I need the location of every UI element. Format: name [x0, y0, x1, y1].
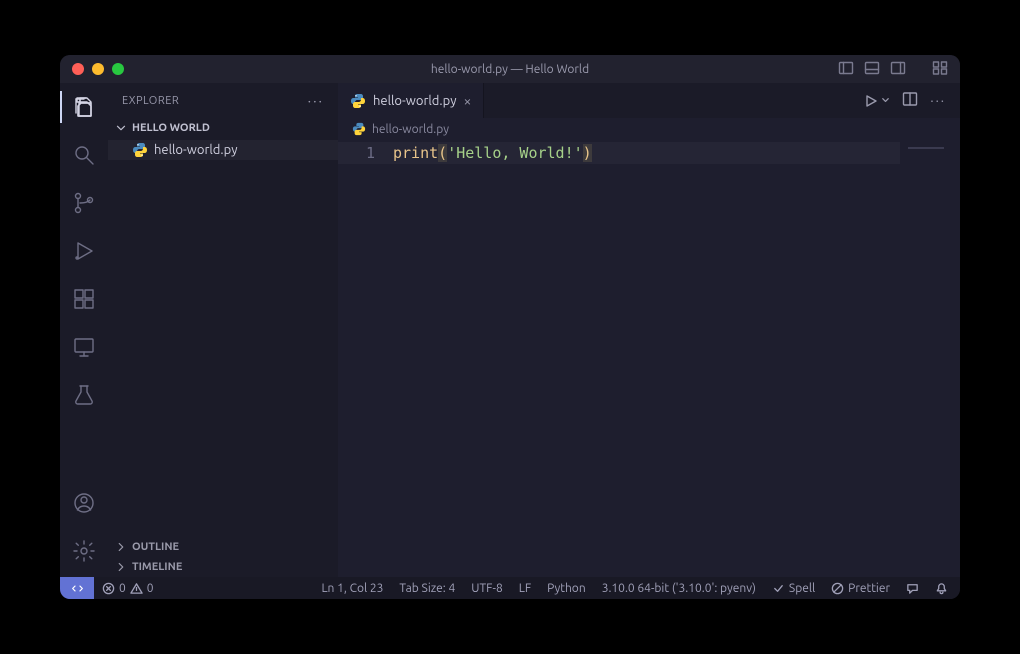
prettier-status[interactable]: Prettier	[823, 582, 898, 595]
file-name: hello-world.py	[154, 143, 237, 157]
editor-tab[interactable]: hello-world.py ×	[338, 83, 484, 118]
eol[interactable]: LF	[511, 582, 539, 595]
customize-layout-icon[interactable]	[932, 60, 948, 79]
toggle-secondary-sidebar-icon[interactable]	[890, 60, 906, 79]
toggle-panel-icon[interactable]	[864, 60, 880, 79]
cursor-position[interactable]: Ln 1, Col 23	[313, 582, 391, 595]
gutter: 1	[338, 140, 393, 577]
code-line: print('Hello, World!')	[393, 142, 960, 164]
activity-run-debug-icon[interactable]	[70, 237, 98, 265]
timeline-label: TIMELINE	[132, 561, 182, 573]
editor-group: hello-world.py × ··· hello-world.py	[338, 83, 960, 577]
status-bar: 0 0 Ln 1, Col 23 Tab Size: 4 UTF-8 LF Py…	[60, 577, 960, 599]
code-editor[interactable]: 1 print('Hello, World!')	[338, 140, 960, 577]
python-file-icon	[132, 142, 148, 158]
breadcrumbs[interactable]: hello-world.py	[338, 118, 960, 140]
activity-testing-icon[interactable]	[70, 381, 98, 409]
vscode-window: hello-world.py — Hello World	[60, 55, 960, 599]
sidebar-bottom-sections: OUTLINE TIMELINE	[108, 537, 338, 577]
line-number: 1	[338, 142, 375, 164]
activity-source-control-icon[interactable]	[70, 189, 98, 217]
sidebar-title: EXPLORER	[122, 95, 179, 107]
feedback-icon[interactable]	[898, 582, 927, 595]
minimize-window-button[interactable]	[92, 63, 104, 75]
editor-actions: ···	[863, 83, 960, 118]
activity-extensions-icon[interactable]	[70, 285, 98, 313]
notifications-icon[interactable]	[927, 582, 960, 595]
python-file-icon	[350, 93, 366, 109]
error-count: 0	[119, 582, 126, 595]
titlebar: hello-world.py — Hello World	[60, 55, 960, 83]
sidebar-explorer: EXPLORER ··· HELLO WORLD hello-world.py …	[108, 83, 338, 577]
python-interpreter[interactable]: 3.10.0 64-bit ('3.10.0': pyenv)	[594, 582, 764, 595]
close-tab-icon[interactable]: ×	[463, 94, 471, 108]
activity-remote-explorer-icon[interactable]	[70, 333, 98, 361]
more-actions-icon[interactable]: ···	[930, 94, 946, 108]
timeline-section[interactable]: TIMELINE	[108, 557, 338, 577]
folder-name: HELLO WORLD	[132, 122, 210, 134]
maximize-window-button[interactable]	[112, 63, 124, 75]
remote-indicator[interactable]	[60, 577, 94, 599]
window-controls	[60, 63, 124, 75]
minimap[interactable]	[908, 142, 948, 154]
spell-check[interactable]: Spell	[764, 582, 823, 595]
outline-label: OUTLINE	[132, 541, 179, 553]
window-title: hello-world.py — Hello World	[60, 63, 960, 76]
activity-bar	[60, 83, 108, 577]
activity-accounts-icon[interactable]	[70, 489, 98, 517]
activity-explorer-icon[interactable]	[70, 93, 98, 121]
encoding[interactable]: UTF-8	[463, 582, 510, 595]
file-tree: hello-world.py	[108, 138, 338, 537]
sidebar-header: EXPLORER ···	[108, 83, 338, 118]
main-area: EXPLORER ··· HELLO WORLD hello-world.py …	[60, 83, 960, 577]
python-file-icon	[352, 122, 366, 136]
sidebar-more-icon[interactable]: ···	[308, 93, 324, 109]
code-content[interactable]: print('Hello, World!')	[393, 140, 960, 577]
activity-search-icon[interactable]	[70, 141, 98, 169]
file-tree-item[interactable]: hello-world.py	[108, 140, 338, 160]
toggle-primary-sidebar-icon[interactable]	[838, 60, 854, 79]
problems-indicator[interactable]: 0 0	[94, 582, 162, 595]
indentation[interactable]: Tab Size: 4	[391, 582, 463, 595]
activity-settings-icon[interactable]	[70, 537, 98, 565]
run-file-button[interactable]	[863, 93, 890, 109]
tabs-bar: hello-world.py × ···	[338, 83, 960, 118]
layout-controls	[838, 60, 960, 79]
language-mode[interactable]: Python	[539, 582, 594, 595]
tab-label: hello-world.py	[373, 94, 456, 108]
warning-count: 0	[147, 582, 154, 595]
close-window-button[interactable]	[72, 63, 84, 75]
folder-header[interactable]: HELLO WORLD	[108, 118, 338, 138]
outline-section[interactable]: OUTLINE	[108, 537, 338, 557]
split-editor-icon[interactable]	[902, 91, 918, 110]
breadcrumb-file: hello-world.py	[372, 123, 449, 136]
